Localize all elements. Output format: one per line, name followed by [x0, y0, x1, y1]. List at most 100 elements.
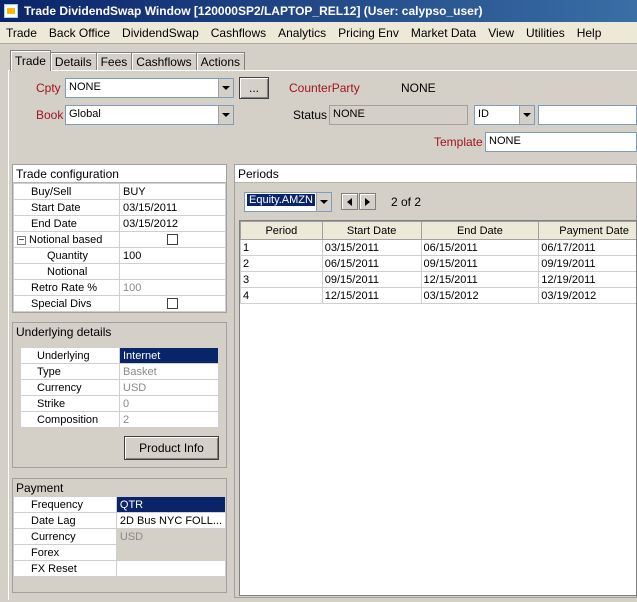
fx-reset-value[interactable]	[115, 560, 227, 577]
menu-cashflows[interactable]: Cashflows	[205, 26, 272, 40]
notional-based-cell	[119, 231, 226, 248]
key-notional: Notional	[13, 263, 120, 280]
book-combo[interactable]: Global	[65, 105, 234, 125]
key-start-date: Start Date	[13, 199, 120, 216]
periods-table: Period Start Date End Date Payment Date …	[240, 221, 636, 304]
key-currency: Currency	[20, 379, 120, 396]
collapse-icon[interactable]: −	[17, 235, 26, 245]
cpty-combo[interactable]: NONE	[65, 78, 234, 98]
key-date-lag: Date Lag	[13, 512, 117, 529]
date-lag-value[interactable]: 2D Bus NYC FOLL...	[115, 512, 227, 529]
row-date-lag: Date Lag 2D Bus NYC FOLL...	[13, 512, 227, 529]
frequency-value[interactable]: QTR	[115, 496, 227, 513]
retro-rate-value: 100	[119, 279, 226, 296]
table-row[interactable]: 2 06/15/2011 09/15/2011 09/19/2011	[240, 255, 636, 272]
quantity-value[interactable]: 100	[119, 247, 226, 264]
notional-based-key: − Notional based	[13, 231, 120, 248]
menu-pricing-env[interactable]: Pricing Env	[332, 26, 405, 40]
col-start-date[interactable]: Start Date	[321, 221, 422, 240]
book-label: Book	[36, 108, 64, 122]
counterparty-label: CounterParty	[289, 81, 360, 95]
page-indicator: 2 of 2	[391, 195, 422, 209]
period-cell: 2	[240, 255, 323, 272]
col-payment-date[interactable]: Payment Date	[538, 221, 636, 240]
period-cell: 4	[240, 287, 323, 304]
table-row[interactable]: 4 12/15/2011 03/15/2012 03/19/2012	[240, 287, 636, 304]
menu-analytics[interactable]: Analytics	[272, 26, 332, 40]
col-period[interactable]: Period	[240, 221, 323, 240]
periods-title: Periods	[235, 165, 636, 183]
row-notional-based: − Notional based	[13, 231, 226, 248]
key-buy-sell: Buy/Sell	[13, 183, 120, 200]
end-date-cell: 09/15/2011	[420, 255, 540, 272]
end-date-cell: 12/15/2011	[420, 271, 540, 288]
col-end-date[interactable]: End Date	[420, 221, 540, 240]
menu-dividendswap[interactable]: DividendSwap	[116, 26, 205, 40]
row-pay-currency: Currency USD	[13, 528, 227, 545]
table-row[interactable]: 3 09/15/2011 12/15/2011 12/19/2011	[240, 271, 636, 288]
trade-config-title: Trade configuration	[13, 165, 226, 183]
row-fx-reset: FX Reset	[13, 560, 227, 577]
next-page-button[interactable]	[359, 193, 376, 210]
counterparty-value: NONE	[401, 81, 436, 95]
menu-back-office[interactable]: Back Office	[43, 26, 116, 40]
special-divs-cell	[119, 295, 226, 312]
tab-fees[interactable]: Fees	[95, 52, 133, 71]
composition-value: 2	[119, 411, 219, 428]
equity-value: Equity.AMZN	[247, 194, 315, 206]
chevron-down-icon[interactable]	[218, 106, 233, 124]
tab-cashflows[interactable]: Cashflows	[131, 52, 197, 71]
menu-help[interactable]: Help	[571, 26, 608, 40]
tab-trade[interactable]: Trade	[10, 50, 51, 71]
template-field[interactable]: NONE	[485, 132, 637, 152]
buy-sell-value[interactable]: BUY	[119, 183, 226, 200]
period-cell: 1	[240, 239, 323, 256]
menu-trade[interactable]: Trade	[0, 26, 43, 40]
row-start-date: Start Date 03/15/2011	[13, 199, 226, 216]
menu-utilities[interactable]: Utilities	[520, 26, 571, 40]
chevron-right-icon	[365, 197, 370, 206]
table-row[interactable]: 1 03/15/2011 06/15/2011 06/17/2011	[240, 239, 636, 256]
notional-value[interactable]	[119, 263, 226, 280]
id-input[interactable]	[538, 105, 637, 125]
row-retro-rate: Retro Rate % 100	[13, 279, 226, 296]
key-strike: Strike	[20, 395, 120, 412]
key-frequency: Frequency	[13, 496, 117, 513]
payment-table: Frequency QTR Date Lag 2D Bus NYC FOLL... …	[13, 496, 227, 577]
menu-view[interactable]: View	[482, 26, 520, 40]
key-quantity: Quantity	[13, 247, 120, 264]
underlying-table: Underlying Internet Type Basket Currency US…	[20, 347, 219, 428]
key-fx-reset: FX Reset	[13, 560, 117, 577]
equity-combo[interactable]: Equity.AMZN	[244, 192, 332, 212]
forex-value	[115, 544, 227, 561]
chevron-down-icon[interactable]	[316, 193, 331, 211]
tab-details[interactable]: Details	[49, 52, 97, 71]
underlying-value[interactable]: Internet	[119, 347, 219, 364]
window-title: Trade DividendSwap Window [120000SP2/LAP…	[24, 4, 483, 18]
chevron-down-icon[interactable]	[519, 106, 534, 124]
pay-currency-value: USD	[115, 528, 227, 545]
periods-grid-area: Period Start Date End Date Payment Date …	[239, 220, 637, 596]
menu-market-data[interactable]: Market Data	[405, 26, 482, 40]
notional-based-checkbox[interactable]	[167, 234, 178, 246]
chevron-down-icon[interactable]	[218, 79, 233, 97]
row-composition: Composition 2	[20, 411, 219, 428]
cpty-chooser-button[interactable]: ...	[239, 77, 269, 99]
row-quantity: Quantity 100	[13, 247, 226, 264]
key-pay-currency: Currency	[13, 528, 117, 545]
app-icon	[4, 4, 18, 18]
start-date-value[interactable]: 03/15/2011	[119, 199, 226, 216]
product-info-button[interactable]: Product Info	[124, 436, 219, 460]
prev-page-button[interactable]	[341, 193, 358, 210]
id-combo[interactable]: ID	[474, 105, 535, 125]
payment-date-cell: 03/19/2012	[538, 287, 636, 304]
special-divs-checkbox[interactable]	[167, 298, 178, 310]
row-notional: Notional	[13, 263, 226, 280]
end-date-value[interactable]: 03/15/2012	[119, 215, 226, 232]
start-date-cell: 09/15/2011	[321, 271, 422, 288]
id-type-value: ID	[478, 108, 489, 120]
key-type: Type	[20, 363, 120, 380]
book-value: Global	[69, 108, 101, 120]
tab-actions[interactable]: Actions	[195, 52, 245, 71]
end-date-cell: 03/15/2012	[420, 287, 540, 304]
